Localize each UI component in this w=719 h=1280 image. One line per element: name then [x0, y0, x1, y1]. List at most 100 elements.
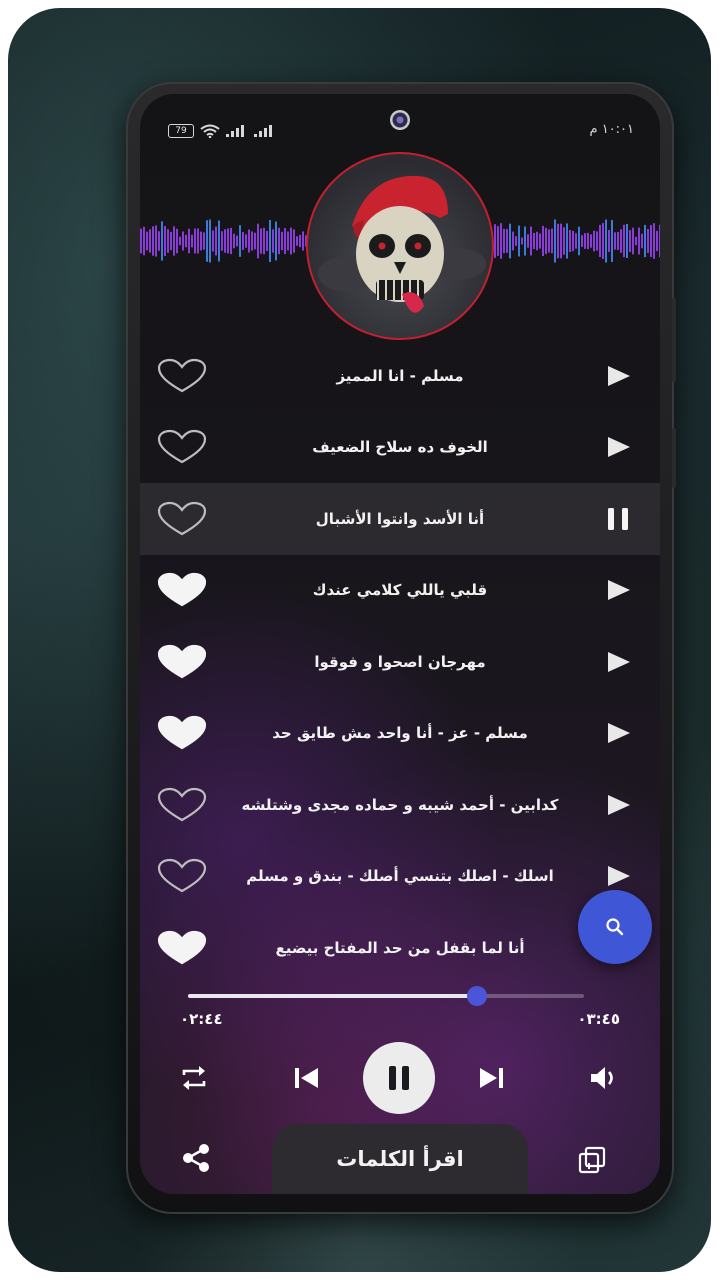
- play-icon: [608, 580, 630, 601]
- visualizer-bar: [542, 225, 544, 257]
- phone-power-button: [672, 428, 676, 488]
- track-play-button[interactable]: [606, 722, 632, 744]
- bottom-bar: اقرأ الكلمات: [140, 1124, 660, 1194]
- visualizer-bar: [596, 231, 598, 251]
- visualizer-bar: [590, 234, 592, 248]
- visualizer-bar: [215, 226, 217, 256]
- repeat-icon: [182, 1066, 206, 1090]
- visualizer-bar: [158, 231, 160, 251]
- play-pause-button[interactable]: [363, 1042, 435, 1114]
- track-pause-button[interactable]: [606, 507, 632, 530]
- visualizer-bar: [623, 224, 625, 258]
- volume-button[interactable]: [586, 1060, 622, 1096]
- wifi-icon: [200, 124, 220, 138]
- track-row[interactable]: الخوف ده سلاح الضعيف: [140, 412, 660, 484]
- visualizer-bar: [587, 232, 589, 250]
- copy-icon: [578, 1146, 606, 1174]
- visualizer-bar: [578, 226, 580, 256]
- track-title: كدابين - أحمد شيبه و حماده مجدى وشتلشه: [241, 795, 559, 814]
- visualizer-bar: [572, 230, 574, 252]
- track-row[interactable]: كدابين - أحمد شيبه و حماده مجدى وشتلشه: [140, 769, 660, 841]
- visualizer-bar: [545, 227, 547, 255]
- copy-button[interactable]: [574, 1142, 610, 1178]
- track-title: مسلم - انا المميز: [336, 366, 464, 385]
- visualizer-bar: [563, 227, 565, 255]
- visualizer-bar: [296, 236, 298, 246]
- play-icon: [608, 365, 630, 386]
- visualizer-bar: [533, 232, 535, 250]
- track-row[interactable]: اسلك - اصلك بتنسي أصلك - بندق و مسلم: [140, 841, 660, 913]
- play-icon: [608, 794, 630, 815]
- heart-outline-icon[interactable]: [156, 787, 208, 823]
- visualizer-bar: [617, 232, 619, 250]
- heart-filled-icon[interactable]: [156, 644, 208, 680]
- skip-previous-icon: [295, 1068, 318, 1088]
- visualizer-bar: [548, 229, 550, 253]
- play-icon: [608, 437, 630, 458]
- visualizer-bar: [515, 236, 517, 246]
- visualizer-bar: [179, 236, 181, 246]
- visualizer-bar: [575, 233, 577, 249]
- visualizer-bar: [557, 223, 559, 259]
- track-play-button[interactable]: [606, 794, 632, 816]
- elapsed-time: ٠٢:٤٤: [180, 1010, 223, 1028]
- visualizer-bar: [212, 230, 214, 252]
- search-button[interactable]: [578, 890, 652, 964]
- seek-bar[interactable]: [188, 986, 584, 1006]
- visualizer-bar: [581, 235, 583, 247]
- visualizer-bar: [620, 229, 622, 253]
- pause-icon: [389, 1066, 409, 1090]
- heart-outline-icon[interactable]: [156, 858, 208, 894]
- album-art[interactable]: [306, 152, 494, 340]
- visualizer-bar: [290, 227, 292, 255]
- visualizer-bar: [149, 229, 151, 253]
- play-icon: [608, 723, 630, 744]
- seek-bar-handle[interactable]: [467, 986, 488, 1006]
- visualizer-bar: [638, 227, 640, 255]
- visualizer-bar: [206, 220, 208, 262]
- track-row[interactable]: مسلم - عز - أنا واحد مش طايق حد: [140, 698, 660, 770]
- heart-outline-icon[interactable]: [156, 501, 208, 537]
- visualizer-bar: [656, 230, 658, 252]
- visualizer-bar: [245, 234, 247, 248]
- heart-filled-icon[interactable]: [156, 715, 208, 751]
- track-row[interactable]: أنا الأسد وانتوا الأشبال: [140, 483, 660, 555]
- track-play-button[interactable]: [606, 651, 632, 673]
- visualizer-bar: [602, 223, 604, 259]
- battery-icon: 79: [168, 124, 194, 138]
- track-play-button[interactable]: [606, 865, 632, 887]
- repeat-button[interactable]: [176, 1060, 212, 1096]
- track-play-button[interactable]: [606, 365, 632, 387]
- previous-button[interactable]: [288, 1060, 324, 1096]
- track-play-button[interactable]: [606, 579, 632, 601]
- play-icon: [608, 866, 630, 887]
- visualizer-bar: [203, 232, 205, 250]
- visualizer-bar: [536, 231, 538, 251]
- total-duration: ٠٣:٤٥: [577, 1010, 620, 1028]
- status-icons: 79: [168, 124, 276, 138]
- skull-artwork-icon: [318, 175, 486, 313]
- seek-bar-fill: [188, 994, 478, 998]
- track-row[interactable]: مهرجان اصحوا و فوقوا: [140, 626, 660, 698]
- heart-outline-icon[interactable]: [156, 429, 208, 465]
- share-icon: [183, 1144, 209, 1172]
- visualizer-bar: [551, 228, 553, 254]
- skip-next-icon: [480, 1068, 503, 1088]
- heart-filled-icon[interactable]: [156, 930, 208, 966]
- visualizer-bar: [248, 229, 250, 253]
- track-row[interactable]: مسلم - انا المميز: [140, 340, 660, 412]
- track-play-button[interactable]: [606, 436, 632, 458]
- visualizer-bar: [221, 231, 223, 251]
- track-title: أنا الأسد وانتوا الأشبال: [315, 509, 485, 528]
- app-screen: 79 ١٠:٠١ م مسلم - انا المميز الخوف ده سل…: [140, 94, 660, 1194]
- share-button[interactable]: [178, 1140, 214, 1176]
- next-button[interactable]: [474, 1060, 510, 1096]
- status-time: ١٠:٠١ م: [589, 122, 635, 137]
- search-icon: [606, 918, 624, 936]
- heart-filled-icon[interactable]: [156, 572, 208, 608]
- track-row[interactable]: قلبي ياللي كلامي عندك: [140, 555, 660, 627]
- heart-outline-icon[interactable]: [156, 358, 208, 394]
- read-lyrics-button[interactable]: اقرأ الكلمات: [272, 1124, 528, 1194]
- visualizer-bar: [191, 234, 193, 248]
- visualizer-bar: [260, 228, 262, 254]
